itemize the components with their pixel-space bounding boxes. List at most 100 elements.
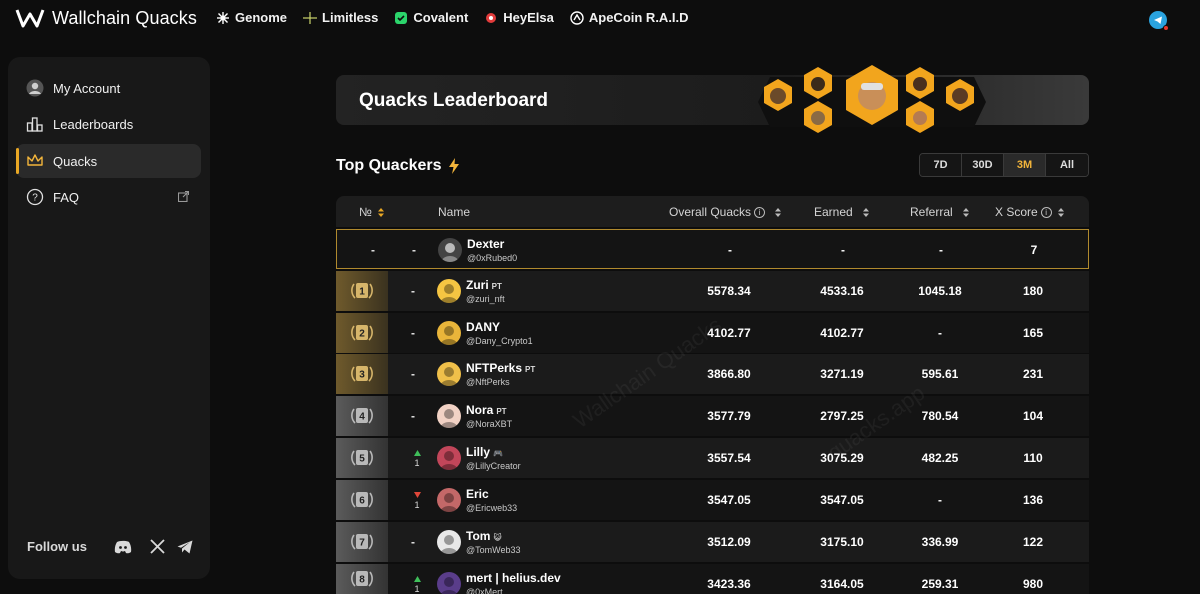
rank-value: - [371, 243, 375, 257]
x-score: 980 [1022, 577, 1044, 591]
sort-icon [962, 207, 969, 217]
svg-text:?: ? [32, 193, 38, 204]
rank-badge-cell: 8 [336, 564, 388, 594]
laurel-badge-icon: 2 [351, 325, 373, 341]
earned: 3547.05 [820, 493, 864, 507]
user-handle: @0xRubed0 [467, 253, 518, 263]
x-icon[interactable] [148, 538, 166, 556]
crown-icon [26, 152, 44, 170]
user-handle: @NoraXBT [466, 419, 513, 429]
info-icon[interactable]: i [754, 206, 766, 218]
sidebar-item-quacks[interactable]: Quacks [16, 144, 201, 178]
header-overall[interactable]: Overall Quacks i [669, 205, 782, 219]
table-row[interactable]: 1 - Zuri PT @zuri_nft 5578.34 4533.16 1045.18 18… [336, 271, 1089, 311]
telegram-icon[interactable] [176, 538, 194, 556]
partner-covalent[interactable]: Covalent [394, 10, 468, 25]
arrow-up-icon [413, 450, 421, 456]
partner-genome[interactable]: Genome [216, 10, 287, 25]
referral: 780.54 [921, 409, 959, 423]
table-row[interactable]: 2 - DANY @Dany_Crypto1 4102.77 4102.77 - 165 [336, 313, 1089, 353]
user-handle: @Dany_Crypto1 [466, 336, 533, 346]
section-title: Top Quackers [336, 157, 460, 175]
rank-badge-cell: 7 [336, 522, 388, 562]
table-row[interactable]: 4 - Nora PT @NoraXBT 3577.79 2797.25 780.54 104 [336, 396, 1089, 436]
x-score: 110 [1023, 451, 1043, 465]
partner-heyelsa[interactable]: HeyElsa [484, 10, 554, 25]
laurel-badge-icon: 4 [351, 408, 373, 424]
header-label: Overall Quacks [669, 205, 752, 219]
earned: 2797.25 [820, 409, 864, 423]
arrow-down-icon [413, 492, 421, 498]
referral: 482.25 [921, 451, 959, 465]
rank-change: 1 [411, 574, 423, 594]
range-30d[interactable]: 30D [962, 154, 1004, 176]
partner-limitless[interactable]: Limitless [303, 10, 378, 25]
laurel-badge-icon: 1 [351, 283, 373, 299]
sort-icon [1057, 207, 1064, 217]
sidebar: My Account Leaderboards Quacks ? FAQ Fol… [8, 57, 210, 579]
rank-value: 3 [359, 370, 365, 381]
table-row-current-user[interactable]: - - Dexter @0xRubed0 - - - 7 [336, 229, 1089, 269]
rank-value: 6 [359, 496, 365, 507]
table-row[interactable]: 6 1 Eric @Ericweb33 3547.05 3547.05 - 136 [336, 480, 1089, 520]
sidebar-item-leaderboards[interactable]: Leaderboards [16, 107, 201, 141]
header-rank[interactable]: № [359, 205, 384, 219]
referral: - [938, 326, 942, 340]
table-row[interactable]: 5 1 Lilly 🎮 @LillyCreator 3557.54 3075.29 482.2… [336, 438, 1089, 478]
header-xscore[interactable]: X Score i [995, 205, 1064, 219]
table-row[interactable]: 7 - Tom 😺 @TomWeb33 3512.09 3175.10 336.99 122 [336, 522, 1089, 562]
rank-value: 8 [359, 575, 365, 586]
x-score: 136 [1022, 493, 1044, 507]
partner-apecoin[interactable]: ApeCoin R.A.I.D [570, 10, 689, 25]
info-icon[interactable]: i [1040, 206, 1052, 218]
laurel-badge-icon: 5 [351, 450, 373, 466]
header-referral[interactable]: Referral [910, 205, 969, 219]
rank-change-value: 1 [414, 500, 420, 510]
range-3m[interactable]: 3M [1004, 154, 1046, 176]
genome-icon [216, 11, 230, 25]
referral: - [939, 243, 943, 257]
rank-badge-cell: 1 [336, 271, 388, 311]
lightning-icon [448, 158, 459, 174]
rank-value: 2 [359, 329, 365, 340]
user-name: Dexter [467, 237, 505, 251]
header-label: X Score [995, 205, 1038, 219]
range-7d[interactable]: 7D [920, 154, 962, 176]
range-all[interactable]: All [1046, 154, 1088, 176]
avatar [437, 279, 461, 303]
table-row[interactable]: 3 - NFTPerks PT @NftPerks 3866.80 3271.19 595.6… [336, 354, 1089, 394]
laurel-badge-icon: 7 [351, 534, 373, 550]
sidebar-item-faq[interactable]: ? FAQ [16, 180, 201, 214]
header-label: № [359, 205, 372, 219]
user-handle: @zuri_nft [466, 294, 505, 304]
wallchain-logo-icon [15, 9, 45, 28]
user-handle: @LillyCreator [466, 461, 521, 471]
leaderboard-banner: Quacks Leaderboard [336, 65, 1089, 133]
avatar [437, 321, 461, 345]
x-score: 165 [1022, 326, 1044, 340]
bar-chart-icon [26, 115, 44, 133]
heyelsa-icon [484, 11, 498, 25]
laurel-badge-icon: 6 [351, 492, 373, 508]
table-row[interactable]: 8 1 mert | helius.dev @0xMert_ 3423.36 3164.0… [336, 564, 1089, 594]
sidebar-item-my-account[interactable]: My Account [16, 71, 201, 105]
discord-icon[interactable] [114, 538, 132, 556]
time-range-selector: 7D 30D 3M All [919, 153, 1089, 177]
overall-quacks: 3577.79 [707, 409, 751, 423]
covalent-icon [394, 11, 408, 25]
overall-quacks: 3547.05 [707, 493, 751, 507]
rank-change-value: 1 [414, 458, 420, 468]
header-earned[interactable]: Earned [814, 205, 869, 219]
user-name-label: Tom [466, 529, 491, 543]
earned: 4102.77 [820, 326, 864, 340]
telegram-icon[interactable] [1149, 11, 1169, 31]
rank-change: - [411, 535, 415, 549]
avatar [437, 404, 461, 428]
x-score: 104 [1022, 409, 1044, 423]
partner-label: Genome [235, 10, 288, 25]
referral: 595.61 [921, 367, 959, 381]
external-link-icon [178, 191, 189, 202]
x-score: 231 [1022, 367, 1044, 381]
brand[interactable]: Wallchain Quacks [14, 6, 197, 30]
x-score: 7 [1030, 243, 1038, 257]
